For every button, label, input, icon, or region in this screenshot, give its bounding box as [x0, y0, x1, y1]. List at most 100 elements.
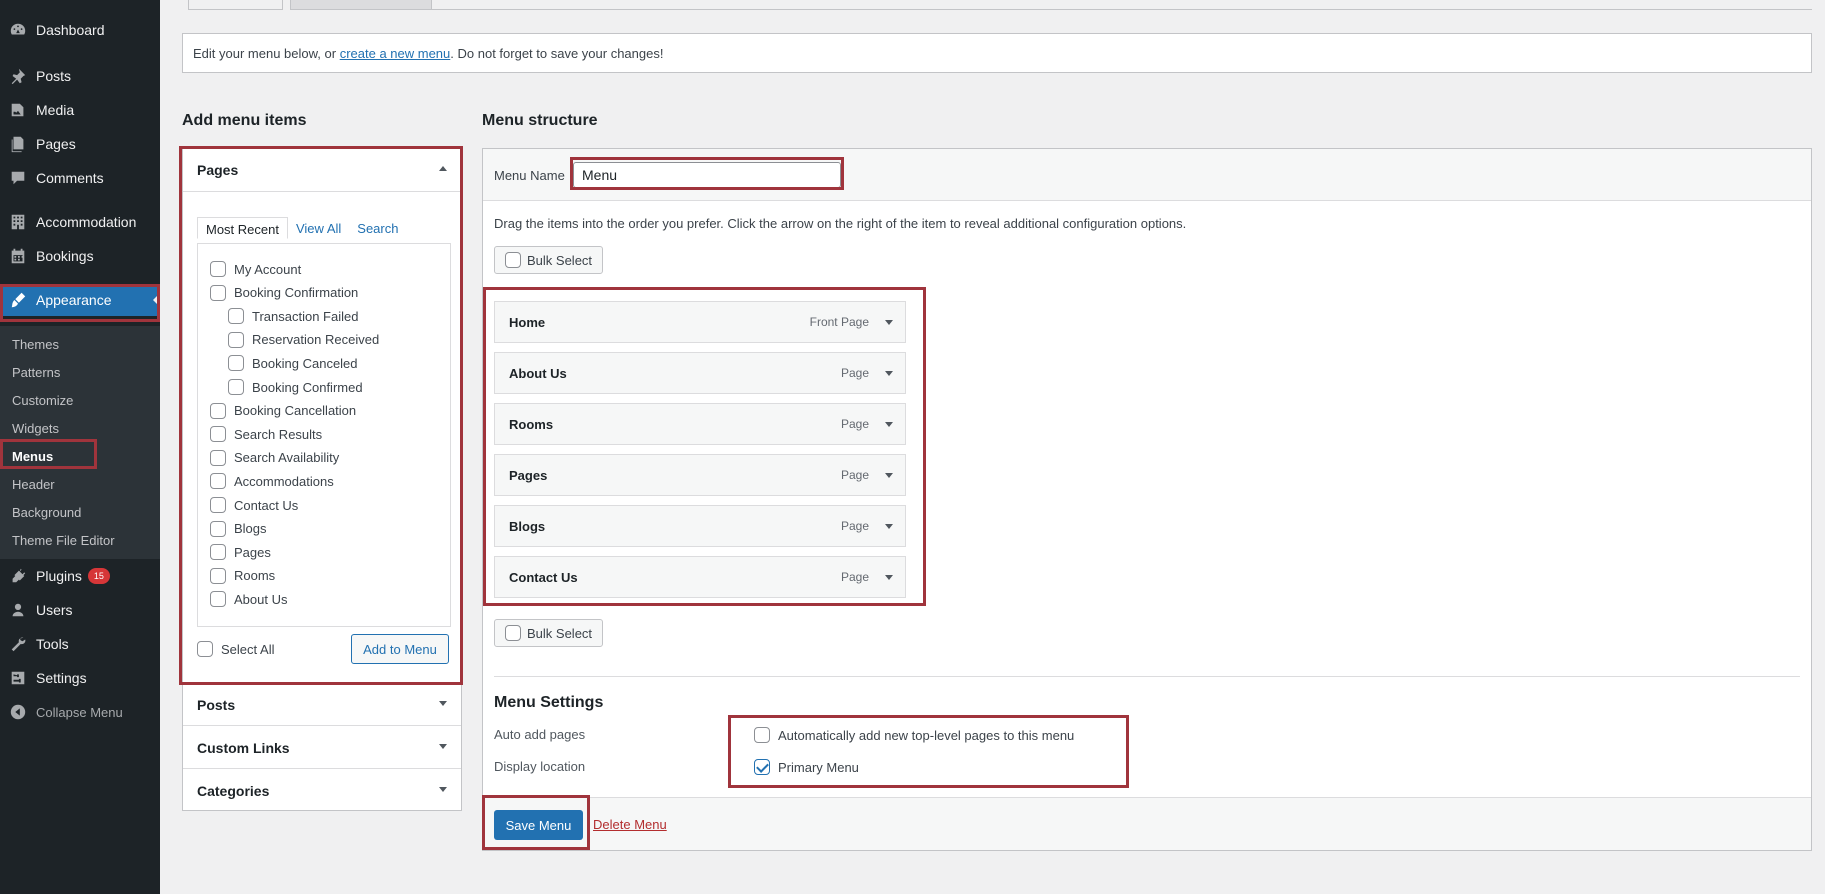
submenu-item-theme-file-editor[interactable]: Theme File Editor — [12, 533, 115, 548]
page-checkbox[interactable] — [210, 261, 226, 277]
primary-menu-checkbox[interactable] — [754, 759, 770, 775]
submenu-item-patterns[interactable]: Patterns — [12, 365, 60, 380]
categories-accordion-header[interactable]: Categories — [183, 770, 461, 812]
sidebar-item-posts[interactable]: Posts — [0, 60, 160, 92]
sidebar-item-comments[interactable]: Comments — [0, 162, 160, 194]
select-all-checkbox[interactable] — [197, 641, 213, 657]
sidebar-item-appearance[interactable]: Appearance — [0, 284, 160, 316]
page-checkbox[interactable] — [210, 284, 226, 301]
sidebar-item-label: Settings — [36, 670, 87, 686]
menu-name-input[interactable] — [573, 162, 841, 188]
item-edit-arrow-icon[interactable] — [885, 371, 893, 376]
sidebar-item-users[interactable]: Users — [0, 594, 160, 626]
page-checkbox-row[interactable]: Search Availability — [210, 449, 339, 466]
item-edit-arrow-icon[interactable] — [885, 473, 893, 478]
page-checkbox[interactable] — [210, 449, 226, 466]
menu-item-home[interactable]: Home Front Page — [494, 301, 906, 343]
page-checkbox-row[interactable]: Contact Us — [210, 497, 298, 513]
menu-item-contact-us[interactable]: Contact Us Page — [494, 556, 906, 598]
tab-view-all[interactable]: View All — [288, 217, 349, 239]
page-checkbox-row[interactable]: About Us — [210, 591, 287, 608]
submenu-item-widgets[interactable]: Widgets — [12, 421, 59, 436]
tab-edit-menus[interactable] — [188, 0, 283, 10]
page-checkbox-row[interactable]: My Account — [210, 261, 301, 277]
page-checkbox-row[interactable]: Blogs — [210, 520, 267, 537]
menu-settings-heading: Menu Settings — [494, 694, 604, 711]
page-checkbox[interactable] — [210, 544, 226, 561]
submenu-item-menus[interactable]: Menus — [12, 449, 53, 464]
page-checkbox[interactable] — [228, 308, 244, 325]
sidebar-item-media[interactable]: Media — [0, 94, 160, 126]
sidebar-item-tools[interactable]: Tools — [0, 628, 160, 660]
add-to-menu-button[interactable]: Add to Menu — [351, 634, 449, 664]
menu-item-pages[interactable]: Pages Page — [494, 454, 906, 496]
submenu-item-themes[interactable]: Themes — [12, 337, 59, 352]
sidebar-item-bookings[interactable]: Bookings — [0, 240, 160, 272]
sidebar-item-dashboard[interactable]: Dashboard — [0, 14, 160, 46]
page-checkbox-row[interactable]: Pages — [210, 544, 271, 561]
page-checkbox[interactable] — [210, 426, 226, 443]
page-checkbox[interactable] — [210, 473, 226, 490]
page-checkbox[interactable] — [210, 402, 226, 419]
submenu-item-customize[interactable]: Customize — [12, 393, 73, 408]
page-checkbox-row[interactable]: Booking Cancellation — [210, 402, 357, 419]
page-checkbox[interactable] — [210, 591, 226, 608]
tab-search[interactable]: Search — [349, 217, 406, 239]
item-edit-arrow-icon[interactable] — [885, 320, 893, 325]
page-checkbox-row[interactable]: Accommodations — [210, 473, 334, 490]
sidebar-item-label: Media — [36, 102, 75, 118]
page-checkbox-label: My Account — [234, 261, 302, 277]
auto-add-label: Auto add pages — [494, 727, 586, 742]
sidebar-item-settings[interactable]: Settings — [0, 662, 160, 694]
bulk-select-bottom[interactable]: Bulk Select — [494, 619, 604, 647]
comment-icon — [0, 169, 36, 187]
item-edit-arrow-icon[interactable] — [885, 524, 893, 529]
item-edit-arrow-icon[interactable] — [885, 575, 893, 580]
sidebar-item-plugins[interactable]: Plugins 15 — [0, 560, 160, 592]
page-checkbox-row[interactable]: Booking Canceled — [228, 355, 358, 372]
submenu-item-background[interactable]: Background — [12, 505, 81, 520]
auto-add-checkbox[interactable] — [754, 727, 770, 743]
select-all-checkbox-row[interactable]: Select All — [197, 641, 274, 657]
primary-menu-row[interactable]: Primary Menu — [754, 759, 859, 775]
page-checkbox-label: Pages — [234, 544, 271, 560]
posts-accordion-header[interactable]: Posts — [183, 684, 461, 726]
delete-menu-link[interactable]: Delete Menu — [593, 817, 667, 832]
page-checkbox-label: Blogs — [234, 521, 267, 537]
auto-add-row[interactable]: Automatically add new top-level pages to… — [754, 727, 1074, 743]
tab-most-recent[interactable]: Most Recent — [197, 217, 288, 239]
sidebar-item-accommodation[interactable]: Accommodation — [0, 206, 160, 238]
menu-item-about-us[interactable]: About Us Page — [494, 352, 906, 394]
page-checkbox-label: Booking Cancellation — [234, 403, 357, 419]
page-checkbox-row[interactable]: Rooms — [210, 567, 275, 584]
sidebar-item-pages[interactable]: Pages — [0, 128, 160, 160]
sidebar-item-collapse-menu[interactable]: Collapse Menu — [0, 696, 160, 728]
page-checkbox[interactable] — [228, 379, 244, 395]
media-icon — [0, 101, 36, 119]
page-checkbox[interactable] — [210, 567, 226, 584]
page-checkbox-row[interactable]: Booking Confirmed — [228, 379, 363, 395]
user-icon — [0, 601, 36, 619]
page-checkbox[interactable] — [228, 331, 244, 348]
page-checkbox-row[interactable]: Booking Confirmation — [210, 284, 358, 301]
page-checkbox[interactable] — [228, 355, 244, 372]
page-checkbox-row[interactable]: Reservation Received — [228, 331, 379, 348]
submenu-item-header[interactable]: Header — [12, 477, 55, 492]
page-checkbox[interactable] — [210, 520, 226, 537]
create-new-menu-link[interactable]: create a new menu — [340, 46, 451, 61]
bulk-select-top[interactable]: Bulk Select — [494, 246, 604, 274]
page-checkbox-row[interactable]: Search Results — [210, 426, 322, 443]
custom-links-accordion-header[interactable]: Custom Links — [183, 727, 461, 769]
pages-accordion-header[interactable]: Pages — [183, 149, 461, 191]
page-checkbox-row[interactable]: Transaction Failed — [228, 308, 358, 325]
menu-item-blogs[interactable]: Blogs Page — [494, 505, 906, 547]
bulk-select-checkbox[interactable] — [505, 252, 521, 268]
item-edit-arrow-icon[interactable] — [885, 422, 893, 427]
sidebar-item-label: Collapse Menu — [36, 704, 123, 720]
bulk-select-checkbox[interactable] — [505, 625, 521, 641]
page-checkbox[interactable] — [210, 497, 226, 513]
tab-manage-locations[interactable] — [290, 0, 432, 10]
save-menu-button[interactable]: Save Menu — [494, 810, 583, 840]
menu-item-rooms[interactable]: Rooms Page — [494, 403, 906, 445]
appearance-submenu: Themes Patterns Customize Widgets Menus Heade… — [0, 326, 160, 559]
